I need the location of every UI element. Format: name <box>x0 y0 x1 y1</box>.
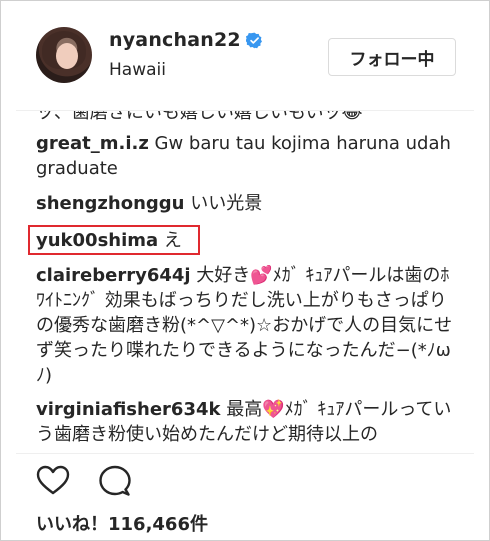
comment-item: claireberry644j 大好き💕ﾒｶﾞ ｷｭｱパールは歯のﾎﾜｲﾄﾆﾝｸ… <box>36 263 456 388</box>
comment-username[interactable]: shengzhonggu <box>36 193 185 214</box>
location-link[interactable]: Hawaii <box>109 60 166 80</box>
following-button[interactable]: フォロー中 <box>328 38 456 76</box>
highlight-annotation-box <box>28 225 200 255</box>
comment-username[interactable]: claireberry644j <box>36 265 191 286</box>
comment-text: いい光景 <box>184 193 263 214</box>
truncated-comment: ッ、歯磨きにいも嬉しい嬉しいもいッ😂 <box>36 111 363 123</box>
post-header: nyanchan22 Hawaii フォロー中 <box>0 0 490 110</box>
avatar[interactable] <box>36 27 92 83</box>
comment-item: great_m.i.z Gw baru tau kojima haruna ud… <box>36 131 456 181</box>
username-row: nyanchan22 <box>109 29 263 51</box>
verified-badge-icon <box>245 32 262 48</box>
comments-list[interactable]: ッ、歯磨きにいも嬉しい嬉しいもいッ😂 great_m.i.z Gw baru t… <box>0 111 490 451</box>
divider <box>16 453 474 454</box>
comment-username[interactable]: virginiafisher634k <box>36 399 220 420</box>
comment-item: virginiafisher634k 最高💖ﾒｶﾞ ｷｭｱパールっていう歯磨き粉… <box>36 397 456 447</box>
username-link[interactable]: nyanchan22 <box>109 29 241 51</box>
comment-icon[interactable] <box>98 464 132 498</box>
heart-icon[interactable] <box>36 464 70 498</box>
likes-count[interactable]: いいね！116,466件 <box>36 510 208 536</box>
action-bar <box>36 465 160 497</box>
comment-username[interactable]: great_m.i.z <box>36 133 149 154</box>
comment-item: shengzhonggu いい光景 <box>36 191 456 216</box>
